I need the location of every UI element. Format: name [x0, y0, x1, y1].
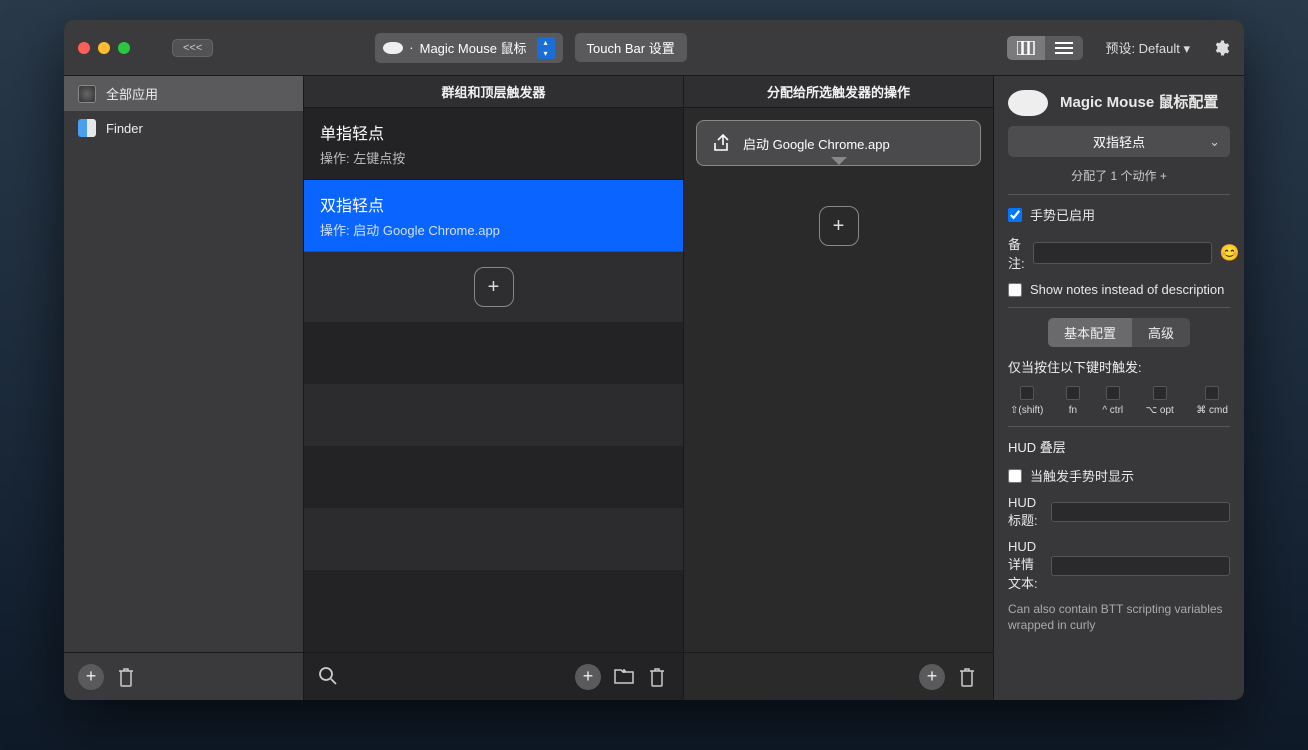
hud-show-row: 当触发手势时显示 [1008, 466, 1230, 485]
view-columns-button[interactable] [1007, 36, 1045, 60]
trigger-title: 双指轻点 [320, 192, 667, 216]
triggers-column: 群组和顶层触发器 单指轻点 操作: 左键点按 双指轻点 操作: 启动 Googl… [304, 76, 684, 700]
sidebar-list: 全部应用 Finder [64, 76, 303, 652]
trigger-list: 单指轻点 操作: 左键点按 双指轻点 操作: 启动 Google Chrome.… [304, 108, 683, 652]
inspector-title: Magic Mouse 鼠标配置 [1060, 93, 1218, 113]
empty-row [304, 508, 683, 570]
mouse-icon [383, 42, 403, 54]
hud-title-input[interactable] [1051, 502, 1230, 522]
inspector-header: Magic Mouse 鼠标配置 [1008, 90, 1230, 116]
triggers-header: 群组和顶层触发器 [304, 76, 683, 108]
empty-row [304, 384, 683, 446]
device-stepper-icon[interactable]: ▴▾ [537, 37, 555, 59]
action-item-launch-chrome[interactable]: 启动 Google Chrome.app [696, 120, 981, 166]
modifier-shift[interactable]: ⇧(shift) [1010, 386, 1043, 416]
trigger-add-row: + [304, 252, 683, 322]
show-notes-row: Show notes instead of description [1008, 282, 1230, 297]
delete-action-button[interactable] [957, 666, 979, 688]
mouse-icon [1008, 90, 1048, 116]
empty-row [304, 446, 683, 508]
gesture-dropdown[interactable]: 双指轻点 [1008, 126, 1230, 157]
trigger-sub: 操作: 左键点按 [320, 148, 667, 167]
minimize-window-button[interactable] [98, 42, 110, 54]
config-tabs: 基本配置 高级 [1008, 318, 1230, 347]
hud-detail-label: HUD 详情文本: [1008, 539, 1043, 592]
modifier-opt[interactable]: ⌥ opt [1146, 386, 1174, 416]
hud-show-label: 当触发手势时显示 [1030, 466, 1134, 485]
modifier-ctrl[interactable]: ^ ctrl [1102, 386, 1123, 416]
hud-detail-row: HUD 详情文本: [1008, 539, 1230, 592]
modifier-row: ⇧(shift) fn ^ ctrl ⌥ opt ⌘ cmd [1008, 386, 1230, 416]
folder-button[interactable] [613, 666, 635, 688]
delete-app-button[interactable] [116, 666, 138, 688]
actions-header: 分配给所选触发器的操作 [684, 76, 993, 108]
zoom-window-button[interactable] [118, 42, 130, 54]
back-button[interactable]: <<< [172, 39, 213, 57]
finder-icon [78, 119, 96, 137]
notes-label: 备注: [1008, 234, 1025, 272]
toolbar: <<< · Magic Mouse 鼠标 ▴▾ Touch Bar 设置 预设:… [64, 20, 1244, 76]
empty-row [304, 322, 683, 384]
actions-add-area: + [684, 178, 993, 652]
modifier-fn[interactable]: fn [1066, 386, 1080, 416]
empty-row [304, 570, 683, 632]
device-label: Magic Mouse 鼠标 [420, 38, 527, 57]
notes-input[interactable] [1033, 242, 1212, 264]
sidebar-item-all-apps[interactable]: 全部应用 [64, 76, 303, 111]
sidebar: 全部应用 Finder + [64, 76, 304, 700]
hud-header: HUD 叠层 [1008, 437, 1230, 456]
triggers-footer: + [304, 652, 683, 700]
modifier-header: 仅当按住以下键时触发: [1008, 357, 1230, 376]
trigger-title: 单指轻点 [320, 120, 667, 144]
trigger-sub: 操作: 启动 Google Chrome.app [320, 220, 667, 239]
device-dot: · [409, 40, 413, 55]
modifier-cmd[interactable]: ⌘ cmd [1196, 386, 1228, 416]
add-app-button[interactable]: + [78, 664, 104, 690]
gesture-enabled-label: 手势已启用 [1030, 205, 1095, 224]
sidebar-item-finder[interactable]: Finder [64, 111, 303, 145]
gesture-enabled-row: 手势已启用 [1008, 205, 1230, 224]
assigned-actions-line[interactable]: 分配了 1 个动作 + [1008, 167, 1230, 184]
sidebar-footer: + [64, 652, 303, 700]
action-label: 启动 Google Chrome.app [743, 134, 890, 153]
trigger-item-two-finger-tap[interactable]: 双指轻点 操作: 启动 Google Chrome.app [304, 180, 683, 252]
delete-trigger-button[interactable] [647, 666, 669, 688]
trigger-item-single-tap[interactable]: 单指轻点 操作: 左键点按 [304, 108, 683, 180]
globe-icon [78, 85, 96, 103]
show-notes-label: Show notes instead of description [1030, 282, 1224, 297]
notes-row: 备注: 😊 [1008, 234, 1230, 272]
tab-advanced[interactable]: 高级 [1132, 318, 1190, 347]
sidebar-item-label: 全部应用 [106, 84, 158, 103]
actions-footer: + [684, 652, 993, 700]
gesture-enabled-checkbox[interactable] [1008, 208, 1022, 222]
launch-icon [711, 133, 731, 153]
app-window: <<< · Magic Mouse 鼠标 ▴▾ Touch Bar 设置 预设:… [64, 20, 1244, 700]
close-window-button[interactable] [78, 42, 90, 54]
hud-title-label: HUD 标题: [1008, 495, 1043, 529]
view-toggle [1007, 36, 1083, 60]
add-trigger-button[interactable]: + [474, 267, 514, 307]
hud-title-row: HUD 标题: [1008, 495, 1230, 529]
view-list-button[interactable] [1045, 36, 1083, 60]
inspector-panel: Magic Mouse 鼠标配置 双指轻点 分配了 1 个动作 + 手势已启用 … [994, 76, 1244, 700]
traffic-lights [78, 42, 130, 54]
actions-column: 分配给所选触发器的操作 启动 Google Chrome.app + + [684, 76, 994, 700]
add-trigger-footer-button[interactable]: + [575, 664, 601, 690]
add-action-button[interactable]: + [819, 206, 859, 246]
hud-detail-input[interactable] [1051, 556, 1230, 576]
hud-show-checkbox[interactable] [1008, 469, 1022, 483]
tab-basic[interactable]: 基本配置 [1048, 318, 1132, 347]
add-action-footer-button[interactable]: + [919, 664, 945, 690]
gear-icon[interactable] [1212, 39, 1230, 57]
content-area: 全部应用 Finder + 群组和顶层触发器 单指轻点 操作: 左键点按 [64, 76, 1244, 700]
hud-hint-text: Can also contain BTT scripting variables… [1008, 602, 1230, 633]
emoji-picker-icon[interactable]: 😊 [1220, 243, 1240, 263]
search-icon[interactable] [318, 666, 340, 688]
preset-selector[interactable]: 预设: Default ▾ [1095, 33, 1200, 62]
device-selector[interactable]: · Magic Mouse 鼠标 ▴▾ [375, 33, 562, 63]
gesture-dropdown-label: 双指轻点 [1093, 132, 1145, 151]
sidebar-item-label: Finder [106, 121, 143, 136]
show-notes-checkbox[interactable] [1008, 283, 1022, 297]
touchbar-settings-button[interactable]: Touch Bar 设置 [575, 33, 687, 62]
